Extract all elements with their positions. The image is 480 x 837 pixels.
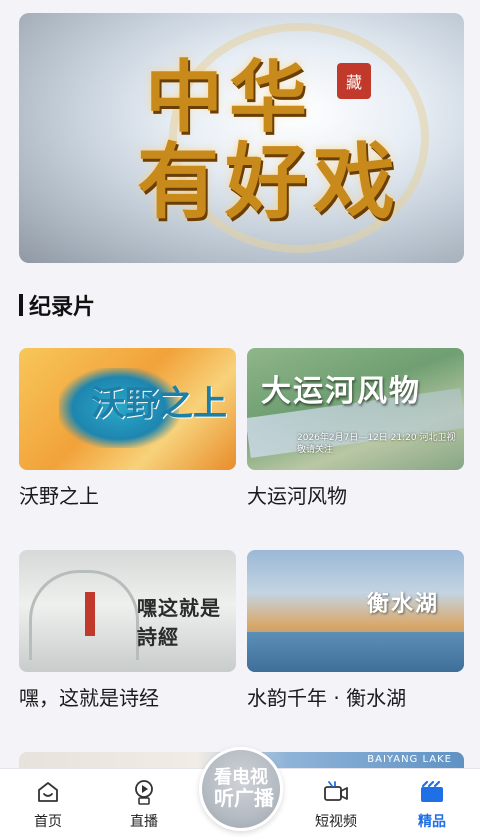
thumbnail-art [247,632,464,672]
thumbnail-art-text: 嘿这就是詩經 [137,596,221,649]
card-thumbnail[interactable]: 沃野之上 [19,348,236,470]
card-thumbnail[interactable]: 嘿这就是詩經 [19,550,236,672]
live-icon [131,779,157,805]
thumbnail-art-text: 衡水湖 [367,591,440,617]
premium-icon [419,779,445,805]
hero-banner[interactable]: 中华 有好戏 藏 [19,13,464,263]
tab-short-video[interactable]: 短视频 [296,779,376,835]
tab-label: 直播 [130,814,158,830]
card-title[interactable]: 沃野之上 [19,480,236,509]
peek-text: BAIYANG LAKE [367,754,452,765]
section-header: 纪录片 [19,290,95,320]
hero-seal: 藏 [337,63,371,99]
card-thumbnail[interactable]: 衡水湖 [247,550,464,672]
home-icon [35,779,61,805]
tab-premium[interactable]: 精品 [392,779,472,835]
card-title[interactable]: 大运河风物 [247,480,464,509]
hero-title-line2: 有好戏 [136,133,401,230]
documentary-card[interactable]: 衡水湖 水韵千年 · 衡水湖 [247,550,464,711]
tab-label: 首页 [34,814,62,830]
thumbnail-art [29,570,139,660]
thumbnail-art-text: 沃野之上 [91,384,227,424]
tab-label: 精品 [418,814,446,830]
documentary-card[interactable]: 大运河风物 2026年2月7日—12日 21:20 河北卫视 敬请关注 大运河风… [247,348,464,509]
short-video-icon [323,779,349,805]
tv-radio-button[interactable]: 看电视 听广播 [199,747,283,831]
documentary-card[interactable]: 沃野之上 沃野之上 [19,348,236,509]
tab-home[interactable]: 首页 [8,779,88,835]
documentary-card[interactable]: 嘿这就是詩經 嘿，这就是诗经 [19,550,236,711]
thumbnail-art-text: 大运河风物 [261,374,421,409]
card-thumbnail[interactable]: 大运河风物 2026年2月7日—12日 21:20 河北卫视 敬请关注 [247,348,464,470]
center-button-line2: 听广播 [214,785,274,810]
section-title: 纪录片 [29,295,96,320]
card-title[interactable]: 嘿，这就是诗经 [19,682,236,711]
hero-title-line1: 中华 [144,52,313,143]
section-marker [19,294,23,316]
tab-live[interactable]: 直播 [104,779,184,835]
thumbnail-subtext: 2026年2月7日—12日 21:20 河北卫视 敬请关注 [297,433,456,455]
tab-label: 短视频 [315,814,357,830]
card-title[interactable]: 水韵千年 · 衡水湖 [247,682,464,711]
hero-title: 中华 有好戏 [59,21,439,261]
thumbnail-tag [85,592,95,636]
